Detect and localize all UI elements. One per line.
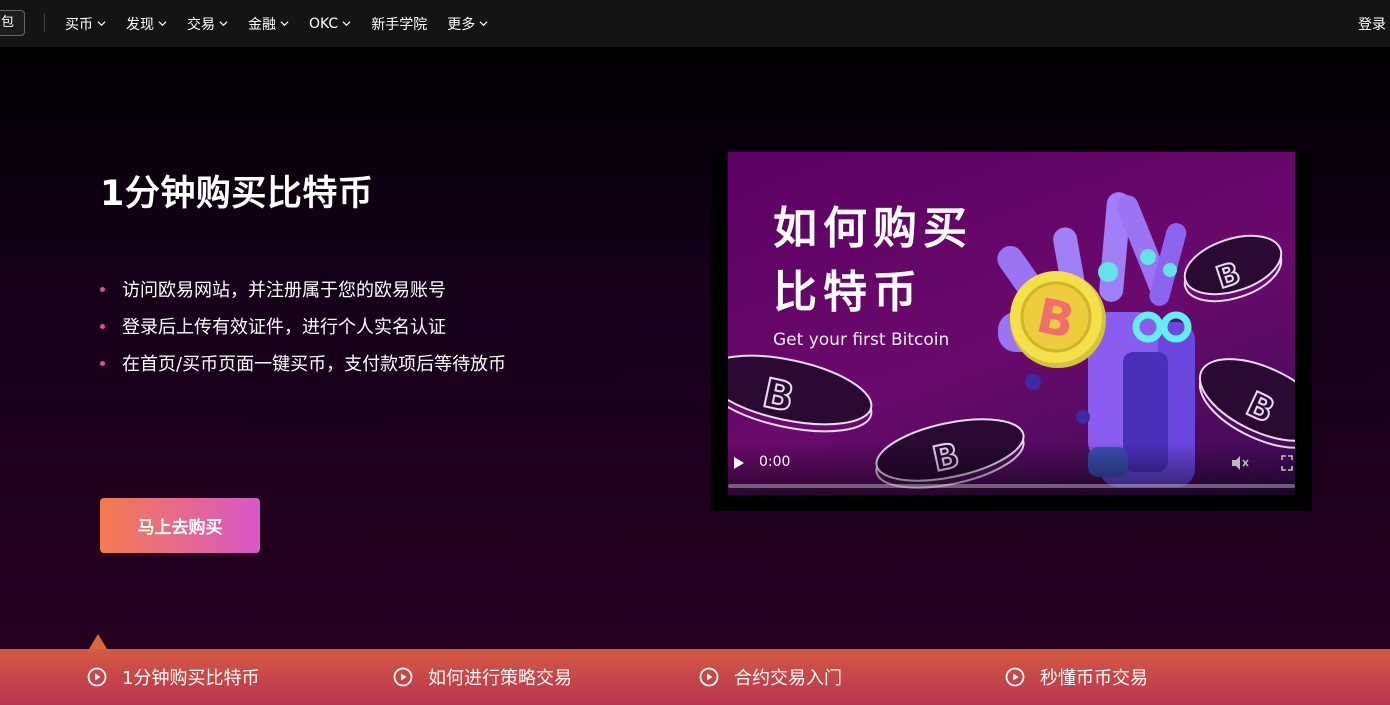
nav-item-label: 买币 (65, 16, 93, 33)
step-text: 在首页/买币页面一键买币，支付款项后等待放币 (122, 354, 507, 375)
chevron-down-icon (342, 21, 351, 27)
nav-item-discover[interactable]: 发现 (126, 14, 167, 34)
nav-item-trade[interactable]: 交易 (187, 14, 228, 34)
video-player[interactable]: B B B B B 如何购买 比特币 Get your first Bitcoi… (711, 152, 1312, 511)
nav-item-label: 新手学院 (371, 16, 428, 33)
poster-title: 如何购买 比特币 (773, 197, 973, 325)
bullet-dot (100, 324, 105, 329)
fullscreen-icon[interactable] (1281, 455, 1293, 471)
nav-item-label: 金融 (248, 16, 276, 33)
top-navigation: 包 买币 发现 交易 金融 OKC 新手学院 更多 登录 (0, 0, 1390, 47)
nav-item-label: OKC (309, 15, 339, 32)
tab-label: 合约交易入门 (734, 668, 842, 689)
bullet-dot (100, 287, 105, 292)
step-text: 登录后上传有效证件，进行个人实名认证 (122, 317, 446, 338)
nav-item-finance[interactable]: 金融 (248, 14, 289, 34)
video-time: 0:00 (759, 454, 791, 470)
step-text: 访问欧易网站，并注册属于您的欧易账号 (122, 280, 446, 301)
nav-menu: 买币 发现 交易 金融 OKC 新手学院 更多 (65, 0, 508, 47)
play-circle-icon (699, 667, 719, 687)
wallet-button[interactable]: 包 (0, 10, 26, 36)
steps-list: 访问欧易网站，并注册属于您的欧易账号 登录后上传有效证件，进行个人实名认证 在首… (100, 272, 506, 383)
hero-title: 1分钟购买比特币 (100, 174, 374, 214)
tab-buy-bitcoin[interactable]: 1分钟购买比特币 (87, 649, 259, 705)
play-circle-icon (393, 667, 413, 687)
bullet-dot (100, 361, 105, 366)
mute-icon[interactable] (1231, 455, 1249, 471)
poster-title-line1: 如何购买 (773, 203, 973, 254)
nav-divider (44, 14, 45, 32)
tab-strategy-trading[interactable]: 如何进行策略交易 (393, 649, 572, 705)
nav-item-more[interactable]: 更多 (447, 14, 488, 34)
nav-item-academy[interactable]: 新手学院 (371, 14, 427, 34)
buy-now-button[interactable]: 马上去购买 (100, 498, 260, 553)
list-item: 登录后上传有效证件，进行个人实名认证 (100, 309, 506, 346)
nav-item-label: 更多 (447, 16, 476, 33)
play-icon[interactable] (733, 456, 745, 470)
tab-futures-intro[interactable]: 合约交易入门 (699, 649, 842, 705)
tab-label: 秒懂币币交易 (1040, 668, 1148, 689)
video-progress-bar[interactable] (728, 484, 1295, 488)
play-circle-icon (1005, 667, 1025, 687)
nav-item-label: 发现 (126, 16, 154, 33)
nav-item-label: 交易 (187, 16, 215, 33)
tab-label: 1分钟购买比特币 (122, 668, 260, 689)
list-item: 访问欧易网站，并注册属于您的欧易账号 (100, 272, 506, 309)
list-item: 在首页/买币页面一键买币，支付款项后等待放币 (100, 346, 506, 383)
tab-label: 如何进行策略交易 (428, 668, 572, 689)
chevron-down-icon (219, 21, 228, 27)
tab-spot-trading[interactable]: 秒懂币币交易 (1005, 649, 1148, 705)
play-circle-icon (87, 667, 107, 687)
poster-subtitle: Get your first Bitcoin (773, 330, 950, 350)
active-tab-indicator (89, 634, 107, 649)
chevron-down-icon (158, 21, 167, 27)
poster-title-line2: 比特币 (773, 267, 923, 318)
chevron-down-icon (280, 21, 289, 27)
nav-item-buy-crypto[interactable]: 买币 (65, 14, 106, 34)
chevron-down-icon (97, 21, 106, 27)
tutorial-tab-bar: 1分钟购买比特币 如何进行策略交易 合约交易入门 秒懂币币交易 (0, 649, 1390, 705)
hero-section: 1分钟购买比特币 访问欧易网站，并注册属于您的欧易账号 登录后上传有效证件，进行… (0, 47, 1390, 649)
chevron-down-icon (479, 21, 488, 27)
video-controls: 0:00 (728, 442, 1295, 495)
login-link[interactable]: 登录 (1358, 14, 1386, 34)
nav-item-okc[interactable]: OKC (309, 16, 351, 32)
